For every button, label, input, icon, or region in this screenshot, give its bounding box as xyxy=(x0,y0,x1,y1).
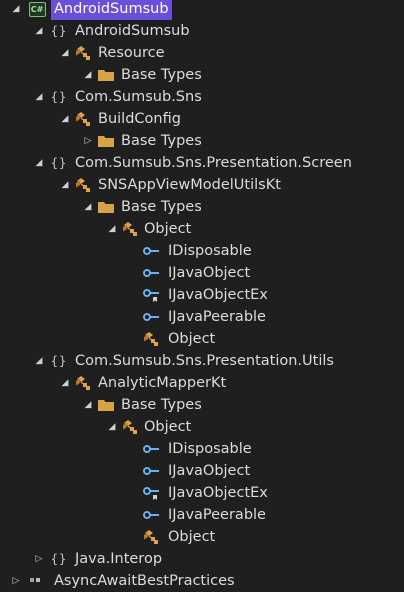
folder-icon xyxy=(97,396,115,414)
class-icon xyxy=(121,418,139,436)
tree-node[interactable]: ◢ Base Types xyxy=(0,394,404,416)
expanded-arrow-icon[interactable]: ◢ xyxy=(8,0,24,20)
collapsed-arrow-icon[interactable]: ▷ xyxy=(80,130,96,152)
tree-node-label: IJavaObject xyxy=(168,463,251,479)
class-icon xyxy=(142,330,160,348)
tree-node-label: IJavaPeerable xyxy=(168,507,266,523)
tree-node-label: IJavaObjectEx xyxy=(168,287,268,303)
tree-node-label: Com.Sumsub.Sns.Presentation.Screen xyxy=(75,155,352,171)
tree-node[interactable]: IJavaObject xyxy=(0,460,404,482)
object-browser-tree: ◢ C# AndroidSumsub ◢{} AndroidSumsub ◢ Resour… xyxy=(0,0,404,589)
tree-node[interactable]: ▷ AsyncAwaitBestPractices xyxy=(0,570,404,592)
expanded-arrow-icon[interactable]: ◢ xyxy=(31,152,47,174)
tree-node-label: AndroidSumsub xyxy=(75,23,190,39)
expanded-arrow-icon[interactable]: ◢ xyxy=(57,174,73,196)
tree-node[interactable]: Object xyxy=(0,328,404,350)
tree-node[interactable]: ◢{} Com.Sumsub.Sns.Presentation.Screen xyxy=(0,152,404,174)
expanded-arrow-icon[interactable]: ◢ xyxy=(104,218,120,240)
tree-node-label: IJavaObjectEx xyxy=(168,485,268,501)
tree-node[interactable]: IJavaPeerable xyxy=(0,306,404,328)
tree-node[interactable]: ◢ Object xyxy=(0,218,404,240)
tree-node-label: Com.Sumsub.Sns xyxy=(75,89,202,105)
class-icon xyxy=(142,528,160,546)
interface-internal-icon xyxy=(142,484,160,502)
tree-node-label: IJavaObject xyxy=(168,265,251,281)
interface-icon xyxy=(142,506,160,524)
interface-icon xyxy=(142,462,160,480)
expanded-arrow-icon[interactable]: ◢ xyxy=(31,20,47,42)
tree-node-label: IJavaPeerable xyxy=(168,309,266,325)
tree-node-label: Object xyxy=(168,331,216,347)
collapsed-arrow-icon[interactable]: ▷ xyxy=(8,570,24,592)
tree-node-label: Base Types xyxy=(121,133,202,149)
class-icon xyxy=(121,220,139,238)
tree-node[interactable]: ◢{} Com.Sumsub.Sns xyxy=(0,86,404,108)
tree-node-label: Com.Sumsub.Sns.Presentation.Utils xyxy=(75,353,334,369)
tree-node[interactable]: IJavaPeerable xyxy=(0,504,404,526)
interface-icon xyxy=(142,264,160,282)
expanded-arrow-icon[interactable]: ◢ xyxy=(31,350,47,372)
tree-node[interactable]: ◢{} Com.Sumsub.Sns.Presentation.Utils xyxy=(0,350,404,372)
namespace-icon: {} xyxy=(50,552,68,566)
tree-node-label: Object xyxy=(168,529,216,545)
tree-node-label: Object xyxy=(144,419,192,435)
tree-node-label: SNSAppViewModelUtilsKt xyxy=(98,177,281,193)
folder-icon xyxy=(97,132,115,150)
folder-icon xyxy=(97,198,115,216)
expanded-arrow-icon[interactable]: ◢ xyxy=(31,86,47,108)
tree-node-label: AsyncAwaitBestPractices xyxy=(54,573,235,589)
tree-node-label: Java.Interop xyxy=(75,551,163,567)
tree-node-label: Base Types xyxy=(121,199,202,215)
expanded-arrow-icon[interactable]: ◢ xyxy=(57,108,73,130)
tree-node[interactable]: ▷{} Java.Interop xyxy=(0,548,404,570)
tree-node[interactable]: IJavaObject xyxy=(0,262,404,284)
namespace-icon: {} xyxy=(50,156,68,170)
class-icon xyxy=(74,374,92,392)
expanded-arrow-icon[interactable]: ◢ xyxy=(80,394,96,416)
class-icon xyxy=(74,176,92,194)
tree-node-label: IDisposable xyxy=(168,441,252,457)
interface-icon xyxy=(142,440,160,458)
tree-node-label: AndroidSumsub xyxy=(51,0,172,20)
tree-node-label: Base Types xyxy=(121,397,202,413)
tree-node[interactable]: IJavaObjectEx xyxy=(0,482,404,504)
reference-icon xyxy=(28,572,46,590)
tree-node[interactable]: Object xyxy=(0,526,404,548)
tree-node[interactable]: ◢ C# AndroidSumsub xyxy=(0,0,404,20)
interface-icon xyxy=(142,308,160,326)
tree-node-label: IDisposable xyxy=(168,243,252,259)
tree-node[interactable]: IJavaObjectEx xyxy=(0,284,404,306)
tree-node[interactable]: ▷ Base Types xyxy=(0,130,404,152)
tree-node-label: Resource xyxy=(98,45,165,61)
collapsed-arrow-icon[interactable]: ▷ xyxy=(31,548,47,570)
tree-node[interactable]: ◢ Base Types xyxy=(0,196,404,218)
expanded-arrow-icon[interactable]: ◢ xyxy=(104,416,120,438)
tree-node-label: Object xyxy=(144,221,192,237)
expanded-arrow-icon[interactable]: ◢ xyxy=(57,42,73,64)
expanded-arrow-icon[interactable]: ◢ xyxy=(57,372,73,394)
namespace-icon: {} xyxy=(50,24,68,38)
tree-node[interactable]: ◢ AnalyticMapperKt xyxy=(0,372,404,394)
tree-node[interactable]: ◢ Object xyxy=(0,416,404,438)
expanded-arrow-icon[interactable]: ◢ xyxy=(80,64,96,86)
tree-node[interactable]: ◢ Resource xyxy=(0,42,404,64)
tree-node[interactable]: ◢ SNSAppViewModelUtilsKt xyxy=(0,174,404,196)
expanded-arrow-icon[interactable]: ◢ xyxy=(80,196,96,218)
class-icon xyxy=(74,110,92,128)
namespace-icon: {} xyxy=(50,354,68,368)
tree-node-label: BuildConfig xyxy=(98,111,181,127)
csharp-project-icon: C# xyxy=(28,0,46,18)
tree-node[interactable]: ◢ Base Types xyxy=(0,64,404,86)
class-icon xyxy=(74,44,92,62)
interface-internal-icon xyxy=(142,286,160,304)
folder-icon xyxy=(97,66,115,84)
tree-node[interactable]: IDisposable xyxy=(0,240,404,262)
tree-node-label: Base Types xyxy=(121,67,202,83)
tree-node[interactable]: IDisposable xyxy=(0,438,404,460)
tree-node-label: AnalyticMapperKt xyxy=(98,375,227,391)
namespace-icon: {} xyxy=(50,90,68,104)
tree-node[interactable]: ◢{} AndroidSumsub xyxy=(0,20,404,42)
interface-icon xyxy=(142,242,160,260)
tree-node[interactable]: ◢ BuildConfig xyxy=(0,108,404,130)
